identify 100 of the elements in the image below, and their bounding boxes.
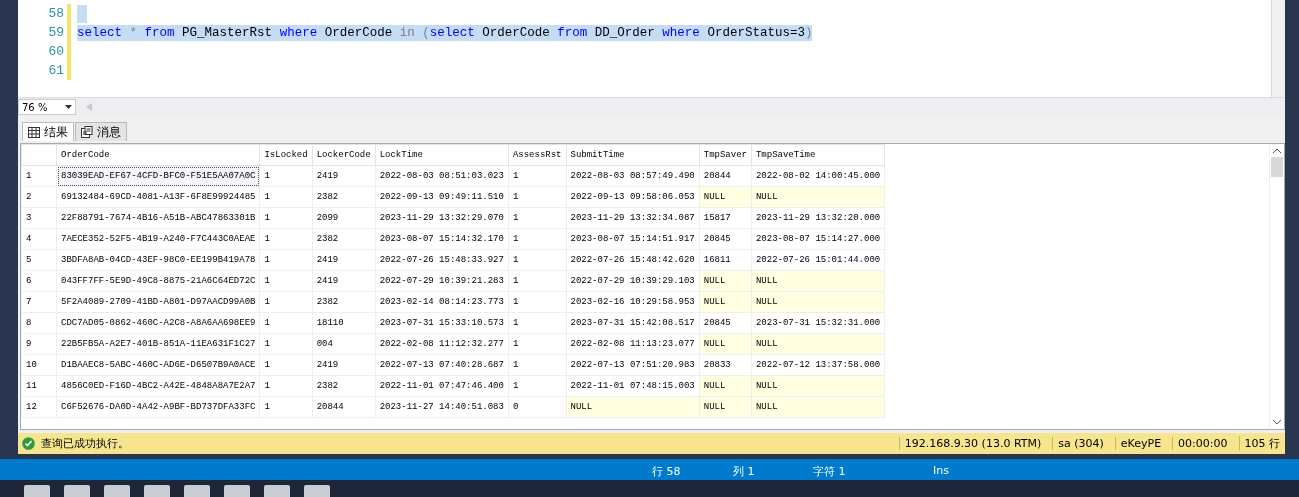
table-cell: 2023-08-07 15:14:51.917 [566,228,700,250]
column-header[interactable]: OrderCode [56,144,260,166]
line-number: 61 [47,63,64,78]
row-number[interactable]: 6 [21,270,57,292]
scroll-left-icon[interactable] [86,103,92,111]
taskbar-app-icon[interactable] [104,485,130,497]
column-indicator: 列 1 [733,463,755,479]
table-cell: 2022-07-26 15:48:33.927 [375,249,509,271]
success-check-icon [22,437,35,450]
table-cell: 2419 [312,354,376,376]
taskbar-app-icon[interactable] [64,485,90,497]
vertical-scrollbar[interactable] [1271,0,1285,97]
table-cell: 1 [259,270,313,292]
table-cell: 2023-11-29 13:32:29.070 [375,207,509,229]
column-header[interactable]: LockerCode [312,144,376,166]
table-cell: 2382 [312,291,376,313]
table-cell: 1 [508,165,566,187]
table-cell: 2022-09-13 09:58:06.053 [566,186,700,208]
column-header[interactable]: AssessRst [508,144,566,166]
table-cell: 20844 [699,165,752,187]
table-cell: 2022-02-08 11:12:32.277 [375,333,509,355]
table-cell: 2022-07-29 10:39:21.283 [375,270,509,292]
line-number: 60 [47,44,64,59]
row-number[interactable]: 4 [21,228,57,250]
table-cell: 2022-08-03 08:57:49.490 [566,165,700,187]
table-cell: 1 [259,396,313,418]
table-cell: 1 [508,249,566,271]
scroll-up-icon[interactable] [1273,148,1281,153]
table-cell: 1 [259,228,313,250]
table-cell: 1 [259,354,313,376]
scrollbar-thumb[interactable] [1271,157,1283,177]
table-cell: 2022-08-03 08:51:03.023 [375,165,509,187]
taskbar-app-icon[interactable] [24,485,50,497]
vertical-scrollbar[interactable] [1269,144,1284,429]
table-cell: 1 [259,207,313,229]
table-cell: 2023-08-07 15:14:32.170 [375,228,509,250]
table-cell: 2022-11-01 07:47:46.400 [375,375,509,397]
result-tab[interactable]: 结果 [22,122,74,141]
table-cell: 18110 [312,312,376,334]
code-editor[interactable]: 58 59 select * from PG_MasterRst where OrderCode in (select OrderCode from DD_Order where OrderStatus=3) 60 61 [18,0,1285,97]
table-cell: C6F52676-DA0D-4A42-A9BF-BD737DFA33FC [56,396,260,418]
table-cell: 043FF7FF-5E9D-49C8-8875-21A6C64ED72C [56,270,260,292]
table-cell: 20845 [699,228,752,250]
column-header[interactable]: SubmitTime [566,144,700,166]
char-indicator: 字符 1 [813,463,846,479]
line-indicator: 行 58 [652,463,681,479]
zoom-dropdown[interactable]: 76 % [18,99,76,115]
line-number: 59 [47,25,64,40]
row-number[interactable]: 5 [21,249,57,271]
row-number[interactable]: 1 [21,165,57,187]
row-number[interactable]: 3 [21,207,57,229]
table-cell: 2022-09-13 09:49:11.510 [375,186,509,208]
table-cell: 20833 [699,354,752,376]
result-tab[interactable]: 消息 [75,122,127,141]
row-number[interactable]: 11 [21,375,57,397]
table-cell: 2023-07-31 15:33:10.573 [375,312,509,334]
taskbar-app-icon[interactable] [144,485,170,497]
table-cell: CDC7AD05-0862-460C-A2C8-A8A6AA698EE9 [56,312,260,334]
table-cell: 83039EAD-EF67-4CFD-BFC0-F51E5AA07A0C [56,165,260,187]
taskbar-app-icon[interactable] [184,485,210,497]
table-cell: 2022-07-13 07:40:28.687 [375,354,509,376]
table-cell: 1 [259,291,313,313]
status-message: 查询已成功执行。 [41,436,129,451]
table-cell: 2022-07-26 15:01:44.000 [751,249,885,271]
table-cell: 22B5FB5A-A2E7-401B-851A-11EA631F1C27 [56,333,260,355]
row-number[interactable]: 7 [21,291,57,313]
table-cell: 2022-11-01 07:48:15.003 [566,375,700,397]
table-cell: 004 [312,333,376,355]
row-number[interactable]: 2 [21,186,57,208]
table-cell: 1 [508,291,566,313]
scroll-down-icon[interactable] [1273,420,1281,425]
table-cell: 2023-11-29 13:32:20.000 [751,207,885,229]
table-cell: 1 [508,228,566,250]
table-cell: 0 [508,396,566,418]
row-number[interactable]: 12 [21,396,57,418]
table-cell: 2382 [312,186,376,208]
table-cell: 2419 [312,165,376,187]
grid-icon [28,126,40,138]
taskbar-app-icon[interactable] [304,485,330,497]
table-cell: 69132484-69CD-4081-A13F-6F8E99924485 [56,186,260,208]
table-cell: 2022-02-08 11:13:23.077 [566,333,700,355]
server-name: 192.168.9.30 (13.0 RTM) [898,437,1047,450]
table-cell: 20844 [312,396,376,418]
column-header[interactable]: LockTime [375,144,509,166]
table-cell: D1BAAEC8-5ABC-460C-AD6E-D6507B9A0ACE [56,354,260,376]
table-cell: 4856C0ED-F16D-4BC2-A42E-4848A8A7E2A7 [56,375,260,397]
row-number[interactable]: 9 [21,333,57,355]
table-cell: 1 [259,333,313,355]
table-cell: 2023-02-16 10:29:58.953 [566,291,700,313]
table-cell: 2022-07-13 07:51:20.983 [566,354,700,376]
taskbar-app-icon[interactable] [224,485,250,497]
row-number[interactable]: 8 [21,312,57,334]
table-cell: 2419 [312,249,376,271]
row-number[interactable]: 10 [21,354,57,376]
user-name: sa (304) [1052,437,1109,450]
table-cell: 2419 [312,270,376,292]
column-header[interactable]: IsLocked [259,144,313,166]
column-header[interactable]: TmpSaveTime [751,144,885,166]
taskbar-app-icon[interactable] [264,485,290,497]
column-header[interactable]: TmpSaver [699,144,752,166]
